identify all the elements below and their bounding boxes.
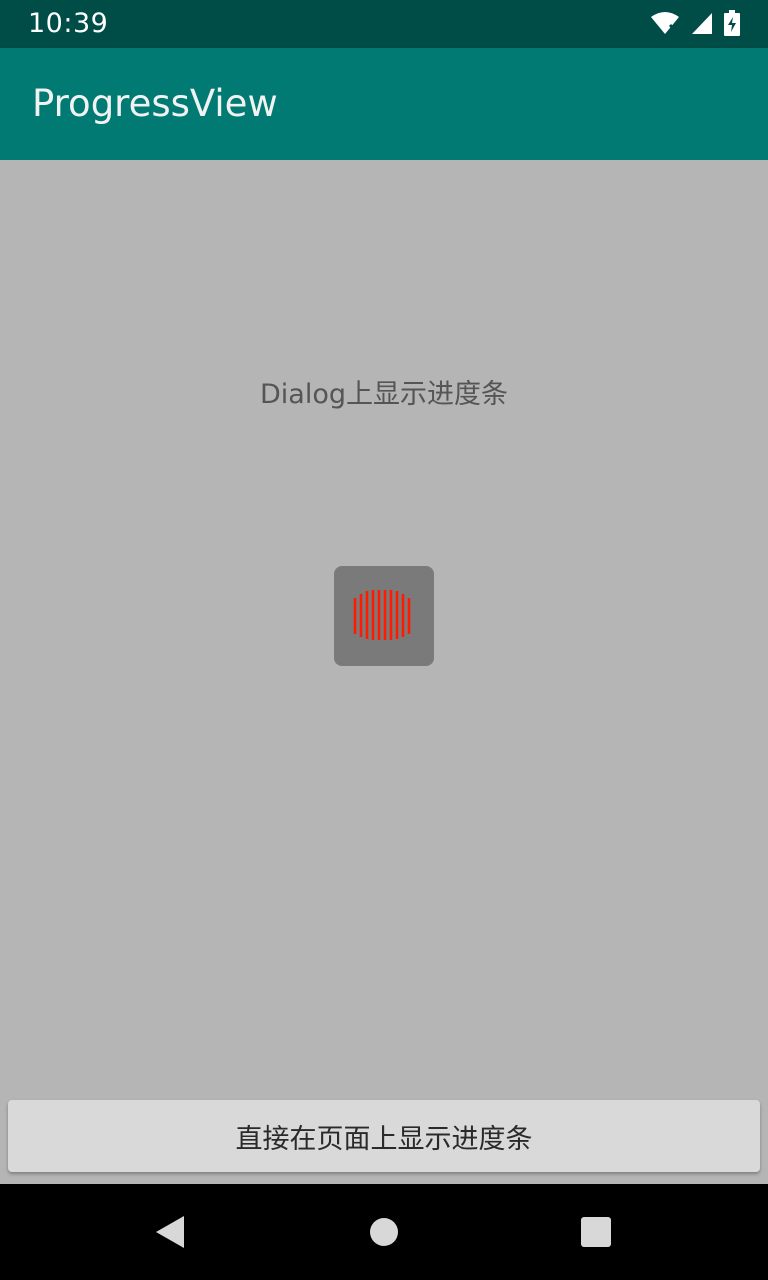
app-bar: ProgressView: [0, 48, 768, 160]
app-title: ProgressView: [32, 82, 278, 125]
loading-bars-icon: [353, 590, 411, 640]
battery-charging-icon: [724, 10, 740, 40]
status-icons: [650, 10, 740, 40]
cellular-signal-icon: [690, 11, 714, 39]
status-bar: 10:39: [0, 0, 768, 48]
dialog-progress-label[interactable]: Dialog上显示进度条: [0, 372, 768, 411]
home-icon[interactable]: [366, 1214, 402, 1250]
back-icon[interactable]: [154, 1214, 190, 1250]
show-progress-on-page-button[interactable]: 直接在页面上显示进度条: [8, 1100, 760, 1172]
recents-icon[interactable]: [578, 1214, 614, 1250]
status-time: 10:39: [28, 8, 109, 39]
progress-dialog: [334, 566, 434, 666]
navigation-bar: [0, 1184, 768, 1280]
wifi-icon: [650, 11, 680, 39]
screen: 10:39 ProgressView Dialog上显示进度条 直接在页面上显示…: [0, 0, 768, 1280]
content-area: Dialog上显示进度条 直接在页面上显示进度条: [0, 160, 768, 1184]
